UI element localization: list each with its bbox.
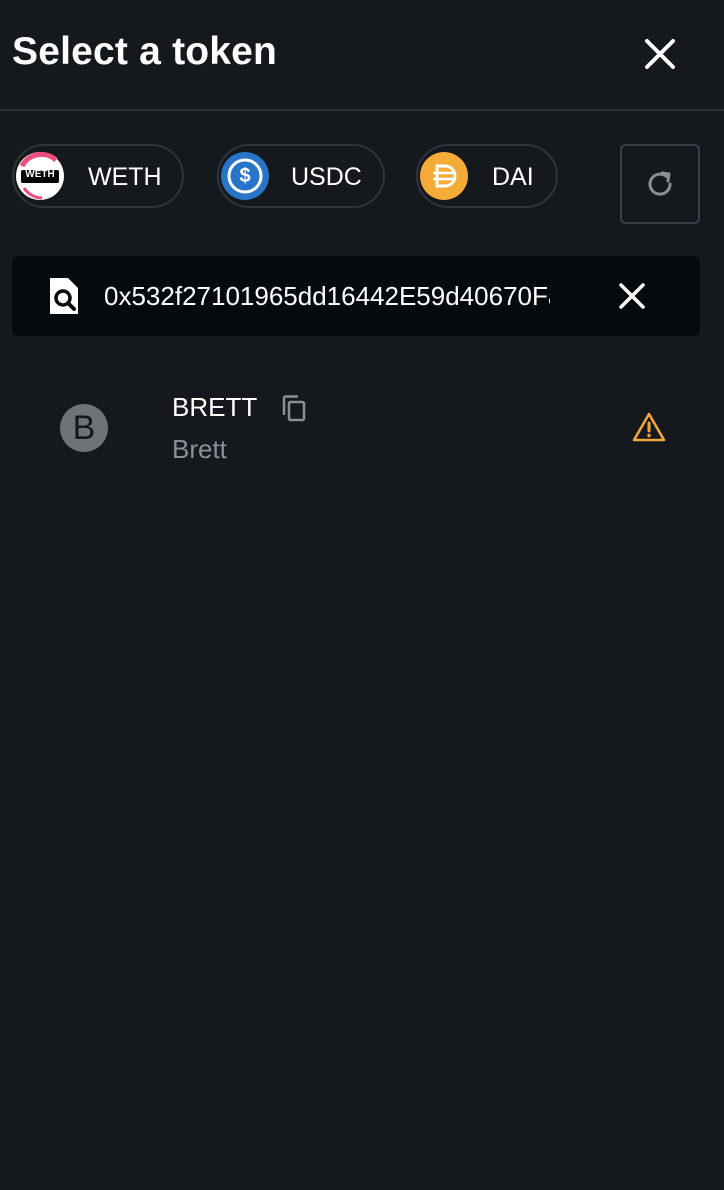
token-chip-usdc[interactable]: $ USDC: [217, 144, 385, 208]
refresh-icon: [648, 171, 672, 196]
page-title: Select a token: [12, 30, 278, 73]
token-chip-dai[interactable]: DAI: [416, 144, 558, 208]
token-name: Brett: [172, 434, 227, 464]
refresh-button[interactable]: [620, 144, 700, 224]
token-chip-label: USDC: [291, 163, 362, 191]
token-list-item[interactable]: B BRETT Brett: [0, 370, 724, 490]
close-icon: [645, 39, 675, 69]
token-chip-label: DAI: [492, 163, 534, 191]
token-chip-weth[interactable]: WETH WETH: [12, 144, 184, 208]
token-symbol: BRETT: [172, 392, 258, 422]
token-avatar: B: [60, 404, 108, 452]
search-document-icon: [46, 276, 82, 316]
copy-icon[interactable]: [280, 394, 308, 424]
usdc-logo-icon: $: [221, 152, 269, 200]
modal-header: Select a token: [0, 0, 724, 111]
clear-search-button[interactable]: [612, 276, 652, 316]
search-input[interactable]: [104, 278, 550, 314]
usdc-logo-text: $: [239, 164, 251, 187]
weth-logo-icon: WETH: [16, 152, 64, 200]
search-box: [12, 256, 700, 336]
warning-icon: [632, 412, 666, 442]
dai-logo-icon: [420, 152, 468, 200]
close-button[interactable]: [636, 30, 684, 78]
weth-logo-text: WETH: [25, 169, 55, 180]
token-chip-label: WETH: [88, 163, 162, 191]
close-icon: [619, 283, 645, 309]
